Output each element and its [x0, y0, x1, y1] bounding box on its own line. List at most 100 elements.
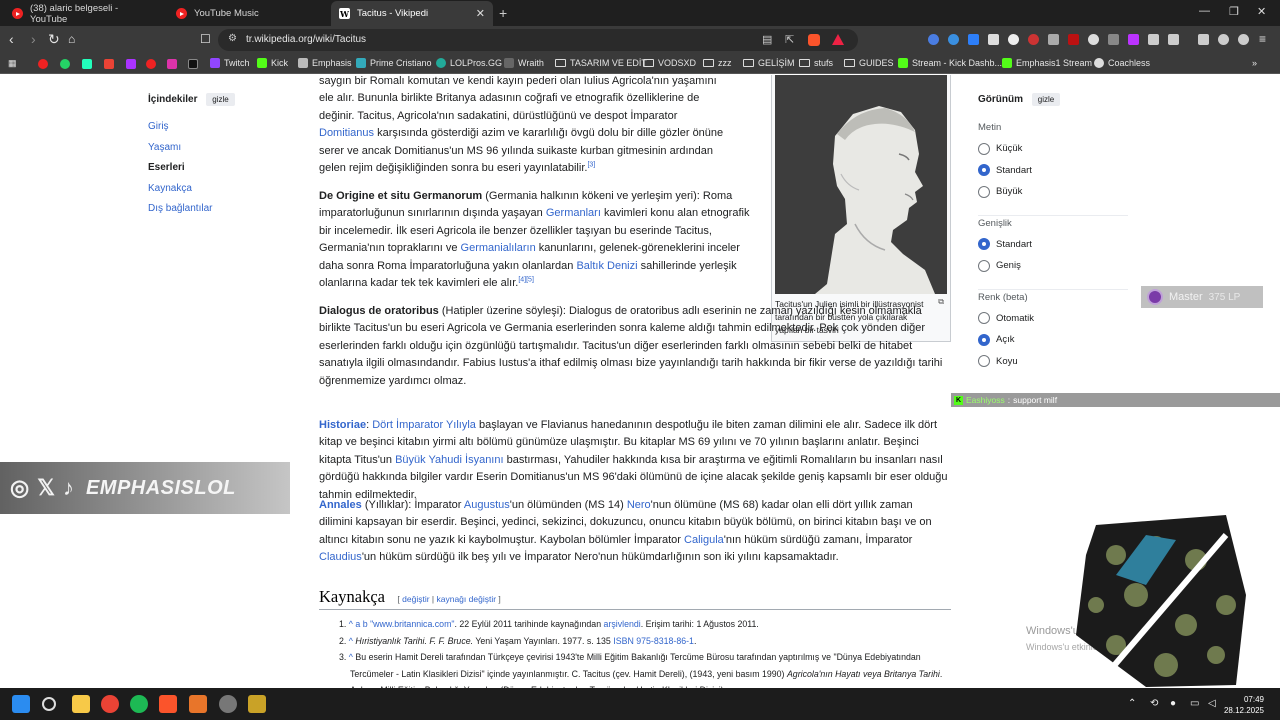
- spotify-icon[interactable]: [130, 695, 148, 713]
- brave-rewards-icon[interactable]: [832, 34, 844, 45]
- close-tab-icon[interactable]: ✕: [476, 7, 485, 20]
- link-nero[interactable]: Nero: [627, 499, 651, 511]
- reload-icon[interactable]: ↻: [48, 32, 60, 46]
- backlink[interactable]: ^ a b: [349, 619, 368, 629]
- link-domitianus[interactable]: Domitianus: [319, 127, 374, 139]
- network-icon[interactable]: ▭: [1190, 698, 1199, 709]
- radio-color-dark[interactable]: Koyu: [978, 355, 1128, 367]
- appearance-hide-button[interactable]: gizle: [1031, 93, 1061, 106]
- bookmark-emphasis1-stream[interactable]: Emphasis1 Stream: [1002, 58, 1092, 68]
- tab-youtube-music[interactable]: YouTube Music: [168, 1, 328, 26]
- extension-icon[interactable]: [968, 34, 979, 45]
- radio-text-small[interactable]: Küçük: [978, 142, 1128, 155]
- url-field[interactable]: ⚙ tr.wikipedia.org/wiki/Tacitus ▤ ⇱: [218, 29, 858, 51]
- bookmark-kick-dashboard[interactable]: Stream - Kick Dashb...: [898, 58, 1002, 68]
- whatsapp-bookmark-icon[interactable]: [60, 59, 70, 69]
- bookmark-prime-cristiano[interactable]: Prime Cristiano: [356, 58, 432, 68]
- vpn-icon[interactable]: [1238, 34, 1249, 45]
- bookmark-icon[interactable]: [146, 59, 156, 69]
- tab-tacitus[interactable]: Tacitus - Vikipedi ✕: [331, 1, 493, 26]
- link-dort-imparator-yili[interactable]: Dört İmparator Yılıyla: [372, 419, 476, 431]
- link-germanlar[interactable]: Germanları: [546, 207, 601, 219]
- leo-ai-icon[interactable]: [1218, 34, 1229, 45]
- toc-item-yasami[interactable]: Yaşamı: [148, 142, 288, 153]
- minimize-icon[interactable]: —: [1199, 5, 1210, 17]
- tacitus-bust-image[interactable]: [775, 75, 947, 294]
- reference-link[interactable]: [4][5]: [518, 276, 534, 283]
- bookmark-wraith[interactable]: Wraith: [504, 58, 544, 68]
- backlink[interactable]: ^: [349, 636, 353, 646]
- reference-link[interactable]: [3]: [587, 161, 595, 168]
- extension-icon[interactable]: [948, 34, 959, 45]
- link-archived[interactable]: arşivlendi: [604, 619, 641, 629]
- app-icon[interactable]: [219, 695, 237, 713]
- radio-width-standard[interactable]: Standart: [978, 238, 1128, 250]
- radio-text-standard[interactable]: Standart: [978, 164, 1128, 176]
- extension-icon[interactable]: [1068, 34, 1079, 45]
- link-baltik-denizi[interactable]: Baltık Denizi: [576, 260, 637, 272]
- edit-source-link[interactable]: kaynağı değiştir: [437, 594, 497, 604]
- bookmark-lolpros[interactable]: LOLPros.GG: [436, 58, 502, 68]
- youtube-bookmark-icon[interactable]: [38, 59, 48, 69]
- tray-expand-icon[interactable]: ⌃: [1128, 698, 1136, 709]
- extension-icon[interactable]: [1028, 34, 1039, 45]
- home-icon[interactable]: ⌂: [68, 32, 75, 46]
- link-caligula[interactable]: Caligula: [684, 534, 724, 546]
- bookmark-icon[interactable]: ☐: [200, 32, 211, 46]
- extension-icon[interactable]: [1088, 34, 1099, 45]
- search-icon[interactable]: [42, 697, 56, 711]
- link-historiae[interactable]: Historiae: [319, 419, 366, 431]
- bookmark-folder-stufs[interactable]: stufs: [799, 58, 833, 68]
- gmail-bookmark-icon[interactable]: [104, 59, 114, 69]
- backlink[interactable]: ^: [349, 652, 353, 662]
- link-augustus[interactable]: Augustus: [464, 499, 510, 511]
- extension-icon[interactable]: [1128, 34, 1139, 45]
- radio-color-auto[interactable]: Otomatik: [978, 312, 1128, 324]
- sublime-icon[interactable]: [189, 695, 207, 713]
- reader-icon[interactable]: ▤: [762, 33, 772, 46]
- toc-item-dis-baglantilar[interactable]: Dış bağlantılar: [148, 203, 288, 214]
- forward-icon[interactable]: ›: [31, 32, 36, 46]
- menu-icon[interactable]: ≡: [1259, 32, 1266, 46]
- file-explorer-icon[interactable]: [72, 695, 90, 713]
- link-claudius[interactable]: Claudius: [319, 551, 362, 563]
- league-client-icon[interactable]: [248, 695, 266, 713]
- extensions-puzzle-icon[interactable]: [1148, 34, 1159, 45]
- system-clock[interactable]: 07:49 28.12.2025: [1224, 694, 1264, 716]
- share-icon[interactable]: ⇱: [785, 33, 794, 46]
- new-tab-icon[interactable]: +: [499, 5, 507, 21]
- link-annales[interactable]: Annales: [319, 499, 362, 511]
- bookmark-emphasis[interactable]: Emphasis: [298, 58, 352, 68]
- link-isbn[interactable]: ISBN 975-8318-86-1: [613, 636, 694, 646]
- tiktok-bookmark-icon[interactable]: [188, 59, 198, 69]
- extension-icon[interactable]: [1008, 34, 1019, 45]
- extension-icon[interactable]: [928, 34, 939, 45]
- toc-hide-button[interactable]: gizle: [206, 93, 235, 106]
- edit-link[interactable]: değiştir: [402, 594, 429, 604]
- radio-color-light[interactable]: Açık: [978, 333, 1128, 346]
- instagram-bookmark-icon[interactable]: [167, 59, 177, 69]
- toc-item-eserleri[interactable]: Eserleri: [148, 162, 288, 173]
- radio-width-wide[interactable]: Geniş: [978, 259, 1128, 272]
- window-close-icon[interactable]: ✕: [1257, 5, 1266, 18]
- volume-icon[interactable]: ◁: [1208, 698, 1216, 709]
- bookmark-kick[interactable]: Kick: [257, 58, 288, 68]
- bookmark-folder-vodsxd[interactable]: VODSXD: [643, 58, 696, 68]
- bookmark-folder-zzz[interactable]: zzz: [703, 58, 732, 68]
- radio-text-large[interactable]: Büyük: [978, 185, 1128, 198]
- bookmark-folder-gelisim[interactable]: GELİŞİM: [743, 58, 795, 68]
- toc-item-giris[interactable]: Giriş: [148, 121, 288, 132]
- more-bookmarks-icon[interactable]: »: [1252, 58, 1257, 68]
- bookmark-icon[interactable]: [126, 59, 136, 69]
- bookmark-folder-guides[interactable]: GUIDES: [844, 58, 894, 68]
- link-britannica[interactable]: "www.britannica.com": [370, 619, 454, 629]
- site-info-icon[interactable]: ⚙: [228, 33, 237, 44]
- link-germanialilar[interactable]: Germanialıların: [461, 242, 536, 254]
- brave-shield-icon[interactable]: [808, 34, 820, 46]
- link-buyuk-yahudi-isyani[interactable]: Büyük Yahudi İsyanını: [395, 454, 503, 466]
- chrome-icon[interactable]: [101, 695, 119, 713]
- tab-youtube-alaric[interactable]: (38) alaric belgeseli - YouTube: [4, 1, 164, 26]
- toc-item-kaynakca[interactable]: Kaynakça: [148, 183, 288, 194]
- apps-grid-icon[interactable]: ▦: [8, 58, 17, 69]
- sidebar-icon[interactable]: [1198, 34, 1209, 45]
